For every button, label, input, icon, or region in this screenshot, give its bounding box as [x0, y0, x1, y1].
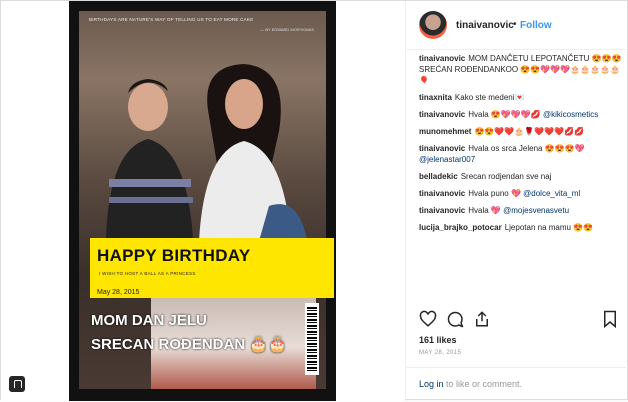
photo-area: BIRTHDAYS ARE NATURE'S WAY OF TELLING US…: [1, 1, 405, 401]
photo-overlay-line1: MOM DAN JELU: [91, 312, 207, 329]
comment-mention[interactable]: @jelenastar007: [419, 155, 475, 164]
photo-quote: BIRTHDAYS ARE NATURE'S WAY OF TELLING US…: [89, 17, 254, 22]
comment-text: Hvala puno 💖: [468, 189, 524, 198]
comment-username[interactable]: tinaivanovic: [419, 189, 465, 198]
post-header: tinaivanovic • Follow: [406, 1, 628, 50]
comment-icon[interactable]: [446, 310, 464, 328]
login-link[interactable]: Log in: [419, 379, 444, 389]
photo-quote-author: — BY EDWARD MORYKWAS: [260, 27, 314, 32]
comment-text: Ljepotan na mamu 😍😍: [504, 223, 594, 232]
birthday-subtitle: I WISH TO HOST A BALL AS A PRINCESS: [99, 271, 196, 276]
comment-username[interactable]: belladekic: [419, 172, 458, 181]
action-bar: [419, 310, 619, 332]
separator-dot: •: [513, 19, 517, 30]
comment-item: tinaivanovic Hvala 😍💖💖💖💋 @kikicosmetics: [419, 109, 624, 120]
avatar[interactable]: [419, 11, 447, 39]
birthday-title: HAPPY BIRTHDAY: [97, 246, 251, 265]
comment-username[interactable]: tinaivanovic: [419, 110, 465, 119]
photo-overlay-line2: SRECAN ROĐENDAN 🎂🎂: [91, 336, 287, 353]
username[interactable]: tinaivanovic: [456, 20, 514, 31]
woman-figure: [199, 64, 307, 241]
comment-item: tinaxnita Kako ste medeni💌: [419, 92, 624, 103]
comment-username[interactable]: tinaxnita: [419, 93, 452, 102]
comment-text: Hvala 💖: [468, 206, 504, 215]
post-date[interactable]: MAY 28, 2015: [419, 350, 461, 356]
post-sidebar: tinaivanovic • Follow tinaivanovic MOM DA…: [405, 1, 628, 401]
comment-text: Srecan rodjendan sve naj: [460, 172, 552, 181]
comment-username[interactable]: tinaivanovic: [419, 206, 465, 215]
comment-item: munomehmet 😍😍❤️❤️🎂🌹❤️❤️❤️💋💋: [419, 126, 624, 137]
barcode-graphic: [305, 303, 319, 375]
login-text: to like or comment.: [443, 379, 523, 389]
comment-text: Kako ste medeni💌: [454, 93, 525, 102]
login-bar: Log in to like or comment.: [406, 367, 628, 402]
comment-text: 😍😍❤️❤️🎂🌹❤️❤️❤️💋💋: [474, 127, 585, 136]
login-prompt: Log in to like or comment.: [419, 379, 522, 389]
comment-text: Hvala os srca Jelena 😍😍😍💖: [468, 144, 585, 153]
comment-username[interactable]: tinaivanovic: [419, 54, 465, 63]
comment-item: tinaivanovic MOM DANČETU LEPOTANČETU 😍😍😍 …: [419, 53, 624, 86]
comment-item: belladekic Srecan rodjendan sve naj: [419, 171, 624, 182]
share-icon[interactable]: [473, 310, 491, 328]
comment-username[interactable]: munomehmet: [419, 127, 471, 136]
comment-username[interactable]: tinaivanovic: [419, 144, 465, 153]
follow-button[interactable]: Follow: [520, 20, 552, 31]
comment-item: lucija_brajko_potocar Ljepotan na mamu 😍😍: [419, 222, 624, 233]
likes-count[interactable]: 161 likes: [419, 335, 457, 345]
photo-date: May 28, 2015: [97, 289, 140, 296]
heart-icon[interactable]: [419, 310, 437, 328]
comment-mention[interactable]: @dolce_vita_ml: [523, 189, 580, 198]
comment-item: tinaivanovic Hvala puno 💖 @dolce_vita_ml: [419, 188, 624, 199]
comment-mention[interactable]: @kikicosmetics: [543, 110, 598, 119]
comment-item: tinaivanovic Hvala 💖 @mojesvenasvetu: [419, 205, 624, 216]
comment-item: tinaivanovic Hvala os srca Jelena 😍😍😍💖 @j…: [419, 143, 624, 165]
instagram-post: BIRTHDAYS ARE NATURE'S WAY OF TELLING US…: [0, 0, 628, 401]
bookmark-icon[interactable]: [601, 310, 619, 328]
comment-text: Hvala 😍💖💖💖💋: [468, 110, 543, 119]
comment-mention[interactable]: @mojesvenasvetu: [503, 206, 569, 215]
comment-username[interactable]: lucija_brajko_potocar: [419, 223, 502, 232]
comment-list[interactable]: tinaivanovic MOM DANČETU LEPOTANČETU 😍😍😍 …: [419, 53, 624, 305]
save-collection-icon[interactable]: [9, 376, 25, 392]
